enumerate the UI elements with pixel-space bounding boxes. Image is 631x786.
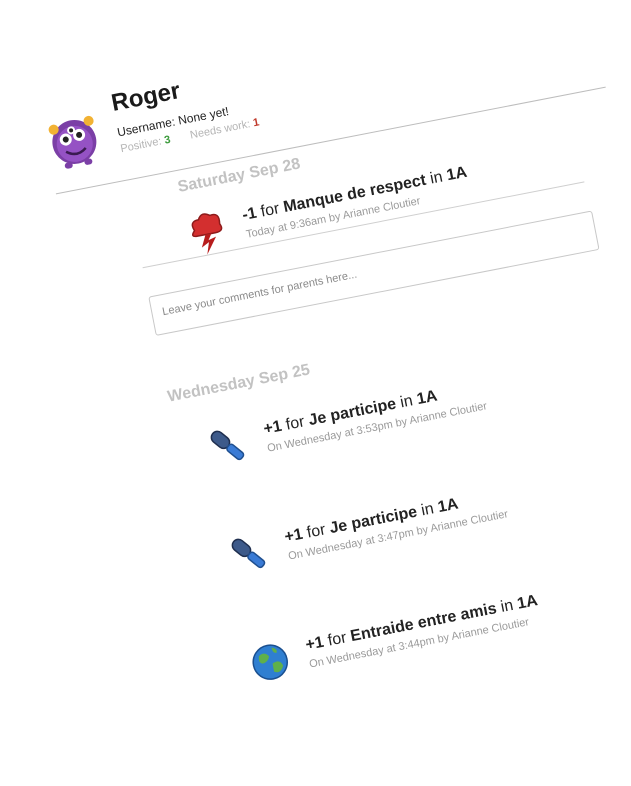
entry-class: 1A bbox=[445, 163, 469, 185]
entry-points: -1 bbox=[240, 204, 259, 225]
entry-for: for bbox=[259, 200, 281, 221]
date-heading: Wednesday Sep 25 bbox=[166, 361, 312, 406]
entry-for: for bbox=[326, 629, 348, 650]
positive-label: Positive: bbox=[119, 135, 163, 156]
entry-for: for bbox=[305, 521, 327, 542]
entry-points: +1 bbox=[304, 633, 326, 654]
entry-for: for bbox=[284, 413, 306, 434]
microphone-icon bbox=[210, 430, 245, 461]
student-report-page: Roger Username: None yet! Positive: 3 Ne… bbox=[0, 0, 631, 786]
entry-in: in bbox=[428, 168, 445, 188]
student-header: Roger Username: None yet! Positive: 3 Ne… bbox=[37, 0, 606, 195]
entry-points: +1 bbox=[283, 525, 305, 546]
entry-in: in bbox=[398, 392, 415, 412]
entry-class: 1A bbox=[436, 495, 460, 517]
needs-work-count: 1 bbox=[252, 116, 261, 130]
red-thunder-cloud-icon bbox=[191, 213, 223, 255]
microphone-icon bbox=[231, 538, 266, 569]
entry-in: in bbox=[499, 596, 515, 616]
entry-class: 1A bbox=[515, 592, 540, 613]
entry-points: +1 bbox=[262, 417, 284, 438]
student-name: Roger bbox=[109, 77, 183, 117]
purple-monster-icon bbox=[48, 115, 97, 169]
positive-count: 3 bbox=[163, 133, 172, 147]
globe-icon bbox=[252, 644, 288, 680]
entry-class: 1A bbox=[415, 387, 439, 409]
entry-in: in bbox=[419, 500, 436, 520]
